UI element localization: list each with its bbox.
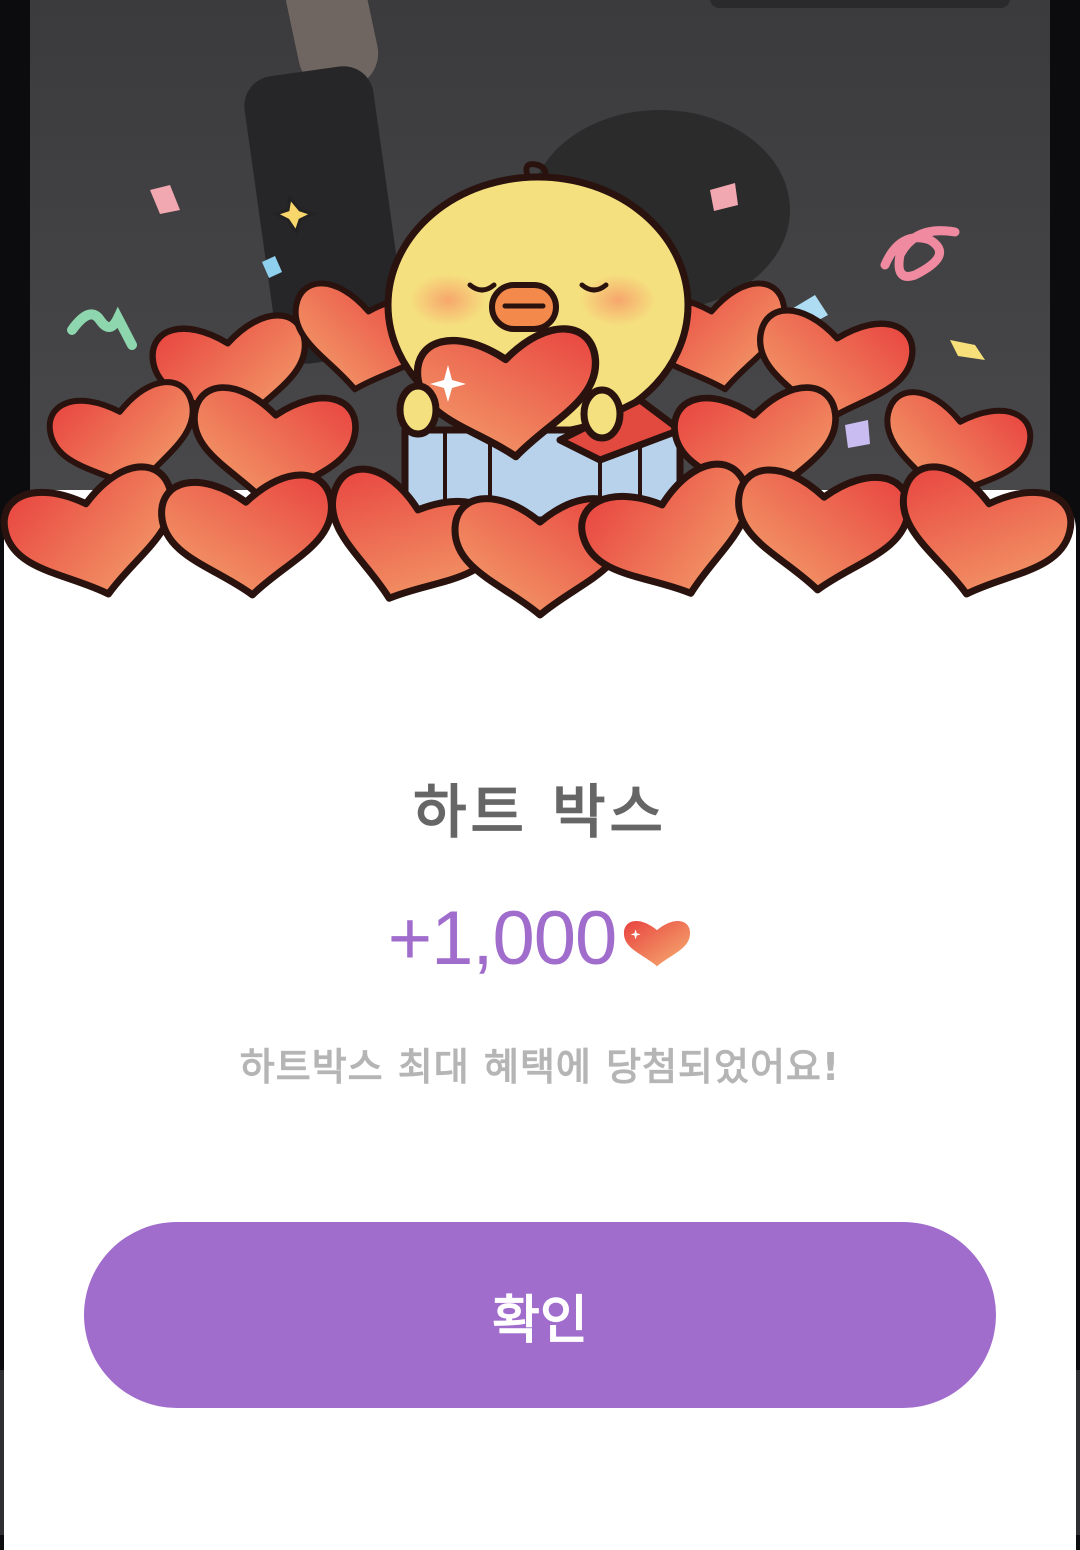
dialog-title: 하트 박스 xyxy=(413,778,667,846)
reward-amount-row: +1,000 xyxy=(0,895,1080,982)
heart-icon xyxy=(624,920,691,966)
photo-shape xyxy=(710,0,1010,8)
confirm-button[interactable]: 확인 xyxy=(84,1222,996,1408)
reward-amount: +1,000 xyxy=(387,896,618,981)
heart-box-illustration xyxy=(0,161,1080,670)
reward-message: 하트박스 최대 혜택에 당첨되었어요! xyxy=(239,1045,841,1089)
